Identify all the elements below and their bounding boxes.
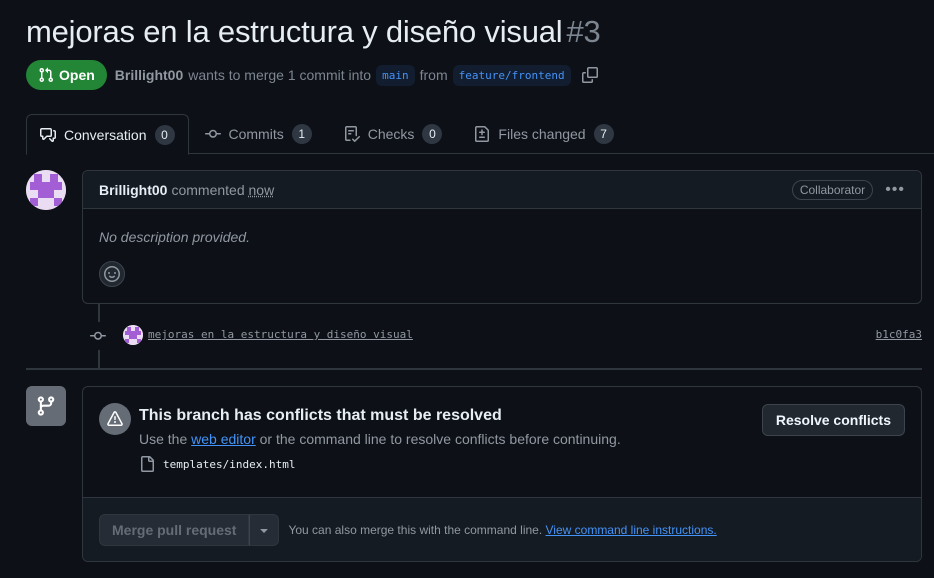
- comment-discussion-icon: [40, 127, 56, 142]
- pr-title-text: mejoras en la estructura y diseño visual: [26, 14, 563, 49]
- tab-checks[interactable]: Checks 0: [328, 114, 459, 154]
- file-diff-icon: [475, 126, 490, 142]
- add-reaction-button[interactable]: [99, 261, 125, 287]
- triangle-down-icon: [260, 529, 269, 533]
- tab-commits[interactable]: Commits 1: [189, 114, 328, 154]
- merge-box: This branch has conflicts that must be r…: [82, 386, 922, 562]
- comment-header: Brillight00 commented now Collaborator •…: [83, 171, 921, 209]
- tab-conversation[interactable]: Conversation 0: [26, 114, 189, 155]
- copy-branch-button[interactable]: [580, 65, 600, 85]
- state-label: Open: [59, 67, 95, 83]
- from-text: from: [419, 67, 448, 83]
- tab-files-changed-label: Files changed: [498, 126, 586, 142]
- comment-body: No description provided.: [99, 229, 250, 245]
- conflict-file-name: templates/index.html: [163, 457, 296, 471]
- merge-hint: You can also merge this with the command…: [288, 523, 716, 537]
- pr-number: #3: [566, 14, 601, 49]
- pr-title: mejoras en la estructura y diseño visual…: [26, 14, 601, 50]
- tab-files-changed-count: 7: [593, 124, 614, 144]
- file-icon: [141, 456, 154, 472]
- commit-author-avatar[interactable]: [123, 325, 143, 345]
- tab-conversation-label: Conversation: [64, 126, 147, 143]
- merge-action-text: wants to merge 1 commit into: [188, 67, 372, 83]
- alert-triangle-icon: [107, 411, 123, 426]
- tab-checks-label: Checks: [367, 126, 415, 142]
- merge-summary: Brillight00 wants to merge 1 commit into…: [115, 64, 600, 86]
- pr-tabs: Conversation 0 Commits 1 Checks 0 Files …: [26, 114, 934, 155]
- role-badge: Collaborator: [791, 179, 874, 200]
- tab-files-changed[interactable]: Files changed 7: [458, 114, 629, 154]
- pr-meta: Open Brillight00 wants to merge 1 commit…: [26, 60, 600, 90]
- conflict-desc-prefix: Use the: [139, 431, 188, 447]
- base-branch[interactable]: main: [376, 64, 415, 86]
- checklist-icon: [344, 126, 360, 142]
- identicon-avatar: [123, 325, 143, 345]
- merge-button-group: Merge pull request: [99, 514, 280, 546]
- web-editor-link[interactable]: web editor: [191, 431, 256, 447]
- timeline-divider: [26, 368, 922, 370]
- avatar[interactable]: [26, 170, 66, 210]
- commit-icon: [204, 129, 221, 138]
- tab-commits-count: 1: [291, 124, 312, 144]
- alert-icon: [99, 403, 131, 435]
- merge-hint-text: You can also merge this with the command…: [288, 523, 543, 537]
- comment-action: commented: [171, 181, 245, 198]
- smiley-icon: [104, 266, 120, 282]
- conflict-title: This branch has conflicts that must be r…: [139, 407, 502, 424]
- comment-author[interactable]: Brillight00: [99, 182, 167, 198]
- author-link[interactable]: Brillight00: [115, 67, 183, 83]
- merge-actions: Merge pull request You can also merge th…: [83, 498, 921, 561]
- tab-checks-count: 0: [422, 124, 443, 144]
- pr-description-comment: Brillight00 commented now Collaborator •…: [82, 170, 922, 304]
- copy-icon: [581, 67, 598, 83]
- git-pull-request-icon: [39, 67, 54, 83]
- conflict-file: templates/index.html: [139, 456, 295, 472]
- identicon-avatar: [26, 170, 66, 210]
- tab-commits-label: Commits: [228, 126, 284, 142]
- conflict-description: Use the web editor or the command line t…: [139, 431, 621, 447]
- comment-timestamp[interactable]: now: [249, 182, 275, 198]
- state-badge: Open: [26, 60, 107, 90]
- resolve-conflicts-button[interactable]: Resolve conflicts: [761, 404, 905, 436]
- command-line-instructions-link[interactable]: View command line instructions.: [546, 523, 717, 537]
- commit-sha-link[interactable]: b1c0fa3: [876, 328, 922, 341]
- conflict-section: This branch has conflicts that must be r…: [83, 387, 921, 498]
- commit-node: [84, 322, 112, 350]
- git-branch-icon: [37, 396, 55, 416]
- merge-method-dropdown[interactable]: [249, 514, 280, 546]
- head-branch[interactable]: feature/frontend: [452, 64, 571, 86]
- commit-icon: [90, 331, 106, 340]
- conflict-desc-suffix: or the command line to resolve conflicts…: [259, 431, 621, 447]
- merge-pull-request-button[interactable]: Merge pull request: [99, 514, 250, 546]
- kebab-horizontal-icon[interactable]: •••: [885, 181, 905, 198]
- commit-message-link[interactable]: mejoras en la estructura y diseño visual: [148, 328, 413, 341]
- tab-conversation-count: 0: [154, 124, 175, 145]
- merge-status-icon: [26, 386, 66, 426]
